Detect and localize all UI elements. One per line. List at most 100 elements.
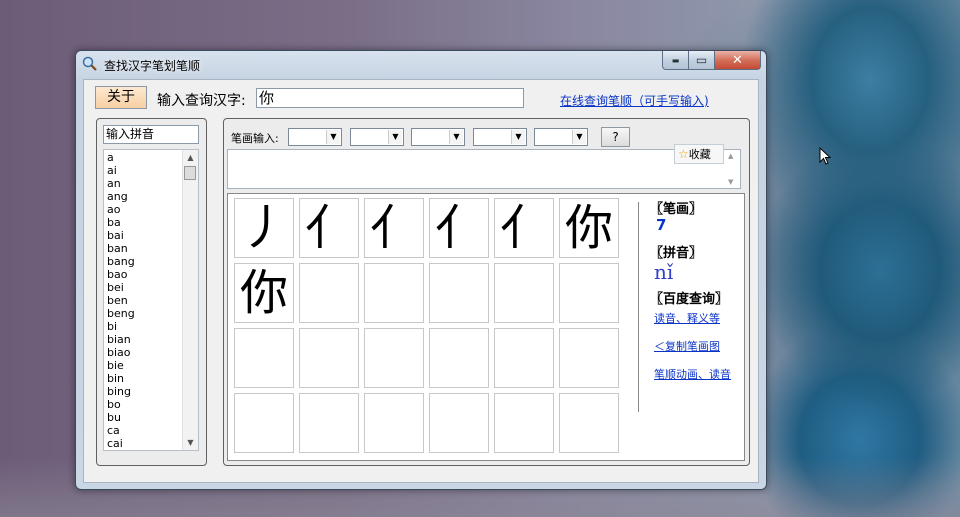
list-item[interactable]: ao [107, 203, 181, 216]
client-area: 关于 输入查询汉字: 你 在线查询笔顺（可手写输入) 输入拼音 a ai an ang… [83, 79, 759, 483]
stroke-cell [429, 328, 489, 388]
stroke-cell: 丿 [234, 198, 294, 258]
stroke-step: 丿 [239, 200, 288, 256]
stroke-cell [299, 393, 359, 453]
stroke-input-label: 笔画输入: [231, 132, 279, 145]
list-item[interactable]: ben [107, 294, 181, 307]
scroll-down-icon[interactable]: ▼ [183, 435, 198, 450]
stroke-cell [494, 328, 554, 388]
list-item[interactable]: ban [107, 242, 181, 255]
list-item[interactable]: bei [107, 281, 181, 294]
chevron-down-icon: ▼ [511, 130, 525, 144]
list-item[interactable]: an [107, 177, 181, 190]
star-icon: ☆ [678, 147, 689, 161]
stroke-cell [299, 328, 359, 388]
stroke-cell [494, 393, 554, 453]
window-title: 查找汉字笔划笔顺 [104, 59, 201, 73]
chevron-down-icon: ▼ [449, 130, 463, 144]
list-item[interactable]: biao [107, 346, 181, 359]
chevron-down-icon: ▼ [326, 130, 340, 144]
stroke-cell [494, 263, 554, 323]
app-search-icon [82, 56, 97, 71]
about-button[interactable]: 关于 [95, 86, 147, 109]
stroke-cell: 亻 [299, 198, 359, 258]
chevron-down-icon: ▼ [572, 130, 586, 144]
chevron-down-icon: ▼ [388, 130, 402, 144]
stroke-cell [234, 393, 294, 453]
scroll-up-icon[interactable]: ▲ [728, 152, 733, 160]
list-item[interactable]: ca [107, 424, 181, 437]
stroke-step: 亻丿 [369, 200, 418, 256]
stroke-cell [429, 263, 489, 323]
stroke-cell [364, 328, 424, 388]
maximize-button[interactable]: ▭ [689, 51, 715, 70]
list-item[interactable]: ba [107, 216, 181, 229]
pinyin-input[interactable]: 输入拼音 [103, 125, 199, 144]
baidu-link-meaning[interactable]: 读音、释义等 [650, 310, 731, 338]
strokes-heading: 〖笔画〗 [650, 202, 703, 217]
list-item[interactable]: bie [107, 359, 181, 372]
pinyin-list[interactable]: a ai an ang ao ba bai ban bang bao bei ben beng bi bia… [103, 149, 199, 451]
list-item[interactable]: bao [107, 268, 181, 281]
stroke-select-5[interactable]: ▼ [534, 128, 588, 146]
list-item[interactable]: ang [107, 190, 181, 203]
close-icon: ✕ [732, 52, 743, 68]
mouse-cursor-icon [819, 147, 831, 165]
scroll-up-icon[interactable]: ▲ [183, 150, 198, 165]
stroke-cell [299, 263, 359, 323]
list-item[interactable]: bin [107, 372, 181, 385]
title-bar[interactable]: 查找汉字笔划笔顺 ▬ ▭ ✕ [76, 51, 766, 77]
minimize-icon: ▬ [671, 55, 680, 65]
stroke-cell: 亻丿 [364, 198, 424, 258]
list-item[interactable]: bi [107, 320, 181, 333]
stroke-cell [559, 328, 619, 388]
baidu-heading: 〖百度查询〗 [650, 292, 729, 307]
stroke-step: 亻⺈ [434, 200, 483, 256]
list-item[interactable]: a [107, 151, 181, 164]
close-button[interactable]: ✕ [715, 51, 761, 70]
stroke-cell [559, 263, 619, 323]
stroke-cell [364, 263, 424, 323]
stroke-cell [234, 328, 294, 388]
list-item[interactable]: ai [107, 164, 181, 177]
pinyin-heading: 〖拼音〗 [650, 246, 703, 261]
candidate-box[interactable]: ▲ ▼ [227, 149, 741, 189]
app-window: 查找汉字笔划笔顺 ▬ ▭ ✕ 关于 输入查询汉字: 你 在线查询笔顺（可手写输入… [75, 50, 767, 490]
stroke-step: 亻 [304, 200, 353, 256]
pinyin-panel: 输入拼音 a ai an ang ao ba bai ban bang bao bei ben beng… [96, 118, 207, 466]
help-button[interactable]: ? [601, 127, 630, 147]
scroll-thumb[interactable] [184, 166, 196, 180]
query-input[interactable]: 你 [256, 88, 524, 108]
candidate-scrollbar[interactable]: ▲ ▼ [726, 150, 740, 188]
stroke-step: 你 [239, 265, 288, 321]
favorite-label: 收藏 [688, 148, 711, 161]
minimize-button[interactable]: ▬ [662, 51, 689, 70]
stroke-select-3[interactable]: ▼ [411, 128, 465, 146]
online-query-link[interactable]: 在线查询笔顺（可手写输入) [560, 92, 709, 109]
list-item[interactable]: bian [107, 333, 181, 346]
list-item[interactable]: beng [107, 307, 181, 320]
divider [638, 202, 639, 412]
info-panel: 〖笔画〗 7 〖拼音〗 nǐ 〖百度查询〗 读音、释义等 ＜复制笔画图 笔顺动画… [650, 198, 731, 394]
stroke-animation-link[interactable]: 笔顺动画、读音 [650, 366, 731, 394]
stroke-cell: 你 [234, 263, 294, 323]
stroke-select-2[interactable]: ▼ [350, 128, 404, 146]
list-item[interactable]: bang [107, 255, 181, 268]
stroke-select-1[interactable]: ▼ [288, 128, 342, 146]
maximize-icon: ▭ [695, 53, 708, 67]
stroke-cell [364, 393, 424, 453]
list-item[interactable]: cai [107, 437, 181, 450]
query-label: 输入查询汉字: [157, 93, 246, 109]
list-item[interactable]: bo [107, 398, 181, 411]
list-item[interactable]: bu [107, 411, 181, 424]
strokes-count: 7 [656, 216, 667, 234]
stroke-order-area: 丿亻亻丿亻⺈亻尔你你 〖笔画〗 7 〖拼音〗 nǐ 〖百度查询〗 读音、释义等 … [227, 193, 745, 461]
scroll-down-icon[interactable]: ▼ [728, 178, 733, 186]
stroke-cell: 你 [559, 198, 619, 258]
list-item[interactable]: bing [107, 385, 181, 398]
list-item[interactable]: bai [107, 229, 181, 242]
pinyin-scrollbar[interactable]: ▲ ▼ [182, 150, 198, 450]
favorite-button[interactable]: ☆收藏 [674, 144, 724, 164]
stroke-select-4[interactable]: ▼ [473, 128, 527, 146]
copy-stroke-image-link[interactable]: ＜复制笔画图 [650, 338, 731, 366]
